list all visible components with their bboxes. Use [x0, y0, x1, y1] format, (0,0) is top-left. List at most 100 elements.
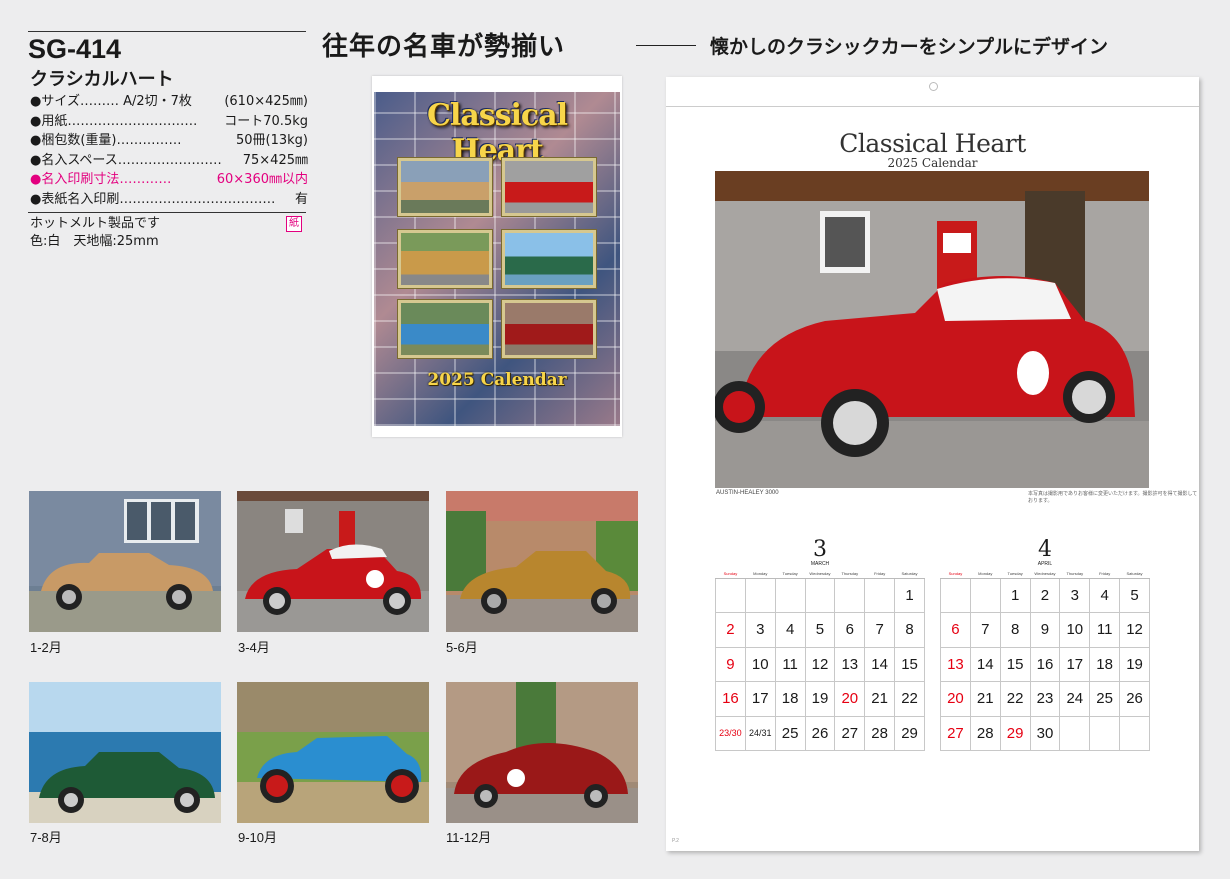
- day-cell: 16: [715, 681, 746, 717]
- day-cell: 17: [1059, 646, 1091, 682]
- weekday-label: Wednesday: [805, 569, 835, 579]
- thumb-label: 3-4月: [238, 640, 270, 655]
- cover-thumb: [502, 300, 596, 358]
- month-number: 3: [813, 537, 827, 562]
- day-cell: 12: [804, 646, 836, 682]
- thumb-photo-sep-oct: [237, 682, 429, 823]
- note-line: ホットメルト製品です: [30, 216, 161, 231]
- dash-line: [636, 45, 696, 46]
- spec-label: ●サイズ……… A/2切・7枚: [30, 94, 192, 109]
- spec-row: ●表紙名入印刷……………………………… 有: [30, 190, 308, 210]
- day-cell: 13: [940, 646, 971, 682]
- sheet-title: Classical Heart: [839, 129, 1026, 158]
- thumb-label: 7-8月: [30, 830, 62, 845]
- spec-label: ●梱包数(重量)……………: [30, 133, 182, 148]
- day-cell: 3: [744, 612, 776, 648]
- day-cell: 2: [715, 612, 746, 648]
- day-cell: 28: [864, 715, 896, 751]
- spec-value: 有: [294, 191, 308, 207]
- day-cell: 13: [834, 646, 866, 682]
- day-cell: 16: [1029, 646, 1061, 682]
- week-row: 13 14 15 16 17 18 19: [940, 646, 1150, 682]
- week-row: 2345678: [715, 612, 925, 648]
- calendar-sheet: Classical Heart 2025 Calendar AUSTIN-HEA…: [666, 77, 1199, 851]
- product-code: SG-414: [28, 31, 306, 65]
- day-cell: 23/30: [715, 715, 746, 751]
- divider: [28, 212, 306, 213]
- day-cell: 22: [894, 681, 925, 717]
- day-cell: 5: [1119, 577, 1150, 613]
- day-cell: [774, 577, 806, 613]
- cover-year: 2025 Calendar: [427, 370, 567, 390]
- day-cell: 29: [999, 715, 1031, 751]
- weekday-label: Thursday: [834, 569, 865, 579]
- day-cell: [864, 577, 896, 613]
- weekday-label: Sunday: [940, 569, 971, 579]
- day-cell: 3: [1059, 577, 1091, 613]
- cover-thumb: [502, 158, 596, 216]
- thumb-photo-may-jun: [446, 491, 638, 632]
- day-cell: [744, 577, 776, 613]
- day-cell: 27: [940, 715, 971, 751]
- month-grid: Sunday Monday Tuesday Wednesday Thursday Frid…: [715, 569, 925, 751]
- weekday-label: Wednesday: [1030, 569, 1060, 579]
- day-cell: 2: [1029, 577, 1061, 613]
- week-row: 16 17 18 19 20 21 22: [715, 681, 925, 717]
- weekday-label: Monday: [970, 569, 1001, 579]
- day-cell: 27: [834, 715, 866, 751]
- day-cell: 1: [894, 577, 925, 613]
- day-cell: 12: [1119, 612, 1150, 648]
- spec-value: コート70.5kg: [224, 113, 308, 129]
- day-cell: 29: [894, 715, 925, 751]
- day-cell: 26: [804, 715, 836, 751]
- spec-row: ●梱包数(重量)…………… 50冊(13kg): [30, 131, 308, 151]
- day-cell: [1119, 715, 1150, 751]
- thumb-photo-nov-dec: [446, 682, 638, 823]
- day-cell: [715, 577, 746, 613]
- weekday-header: Sunday Monday Tuesday Wednesday Thursday Frid…: [940, 569, 1150, 579]
- week-row: 27 28 29 30: [940, 715, 1150, 751]
- day-cell: 10: [1059, 612, 1091, 648]
- spec-label: ●用紙…………………………: [30, 113, 198, 129]
- product-name: クラシカルハート: [30, 69, 174, 90]
- day-cell: 9: [1029, 612, 1061, 648]
- weekday-label: Tuesday: [1000, 569, 1031, 579]
- day-cell: 4: [1089, 577, 1121, 613]
- day-cell: 7: [969, 612, 1001, 648]
- thumb-label: 11-12月: [446, 830, 492, 845]
- cover-thumb: [398, 158, 492, 216]
- weekday-label: Friday: [1089, 569, 1120, 579]
- day-cell: 30: [1029, 715, 1061, 751]
- day-cell: 19: [1119, 646, 1150, 682]
- cover-thumb: [398, 300, 492, 358]
- month-name: MARCH: [810, 561, 830, 567]
- month-april: 4 APRIL Sunday Monday Tuesday Wednesday Thur…: [940, 539, 1150, 751]
- day-cell: 28: [969, 715, 1001, 751]
- day-cell: 15: [894, 646, 925, 682]
- day-cell: 25: [774, 715, 806, 751]
- day-cell: 7: [864, 612, 896, 648]
- day-cell: 20: [834, 681, 866, 717]
- day-cell: 17: [744, 681, 776, 717]
- spec-label: ●表紙名入印刷………………………………: [30, 191, 276, 207]
- weekday-label: Saturday: [1119, 569, 1150, 579]
- week-row: 9 10 11 12 13 14 15: [715, 646, 925, 682]
- paper-badge: 紙: [286, 216, 302, 232]
- sheet-footer: P.2: [672, 838, 679, 844]
- week-row: 20 21 22 23 24 25 26: [940, 681, 1150, 717]
- month-march: 3 MARCH Sunday Monday Tuesday Wednesday Thur…: [715, 539, 925, 751]
- day-cell: 20: [940, 681, 971, 717]
- day-cell: 6: [834, 612, 866, 648]
- day-cell: 18: [774, 681, 806, 717]
- thumb-photo-mar-apr: [237, 491, 429, 632]
- day-cell: [1059, 715, 1091, 751]
- cover-thumb: [502, 230, 596, 288]
- day-cell: 25: [1089, 681, 1121, 717]
- spec-row-highlight: ●名入印刷寸法………… 60×360㎜以内: [30, 170, 308, 190]
- day-cell: 24: [1059, 681, 1091, 717]
- weekday-label: Friday: [864, 569, 895, 579]
- spec-row: ●サイズ……… A/2切・7枚 (610×425㎜): [30, 92, 308, 112]
- week-row: 23/30 24/31 25 26 27 28 29: [715, 715, 925, 751]
- week-row: 12345: [940, 577, 1150, 613]
- weekday-label: Tuesday: [775, 569, 806, 579]
